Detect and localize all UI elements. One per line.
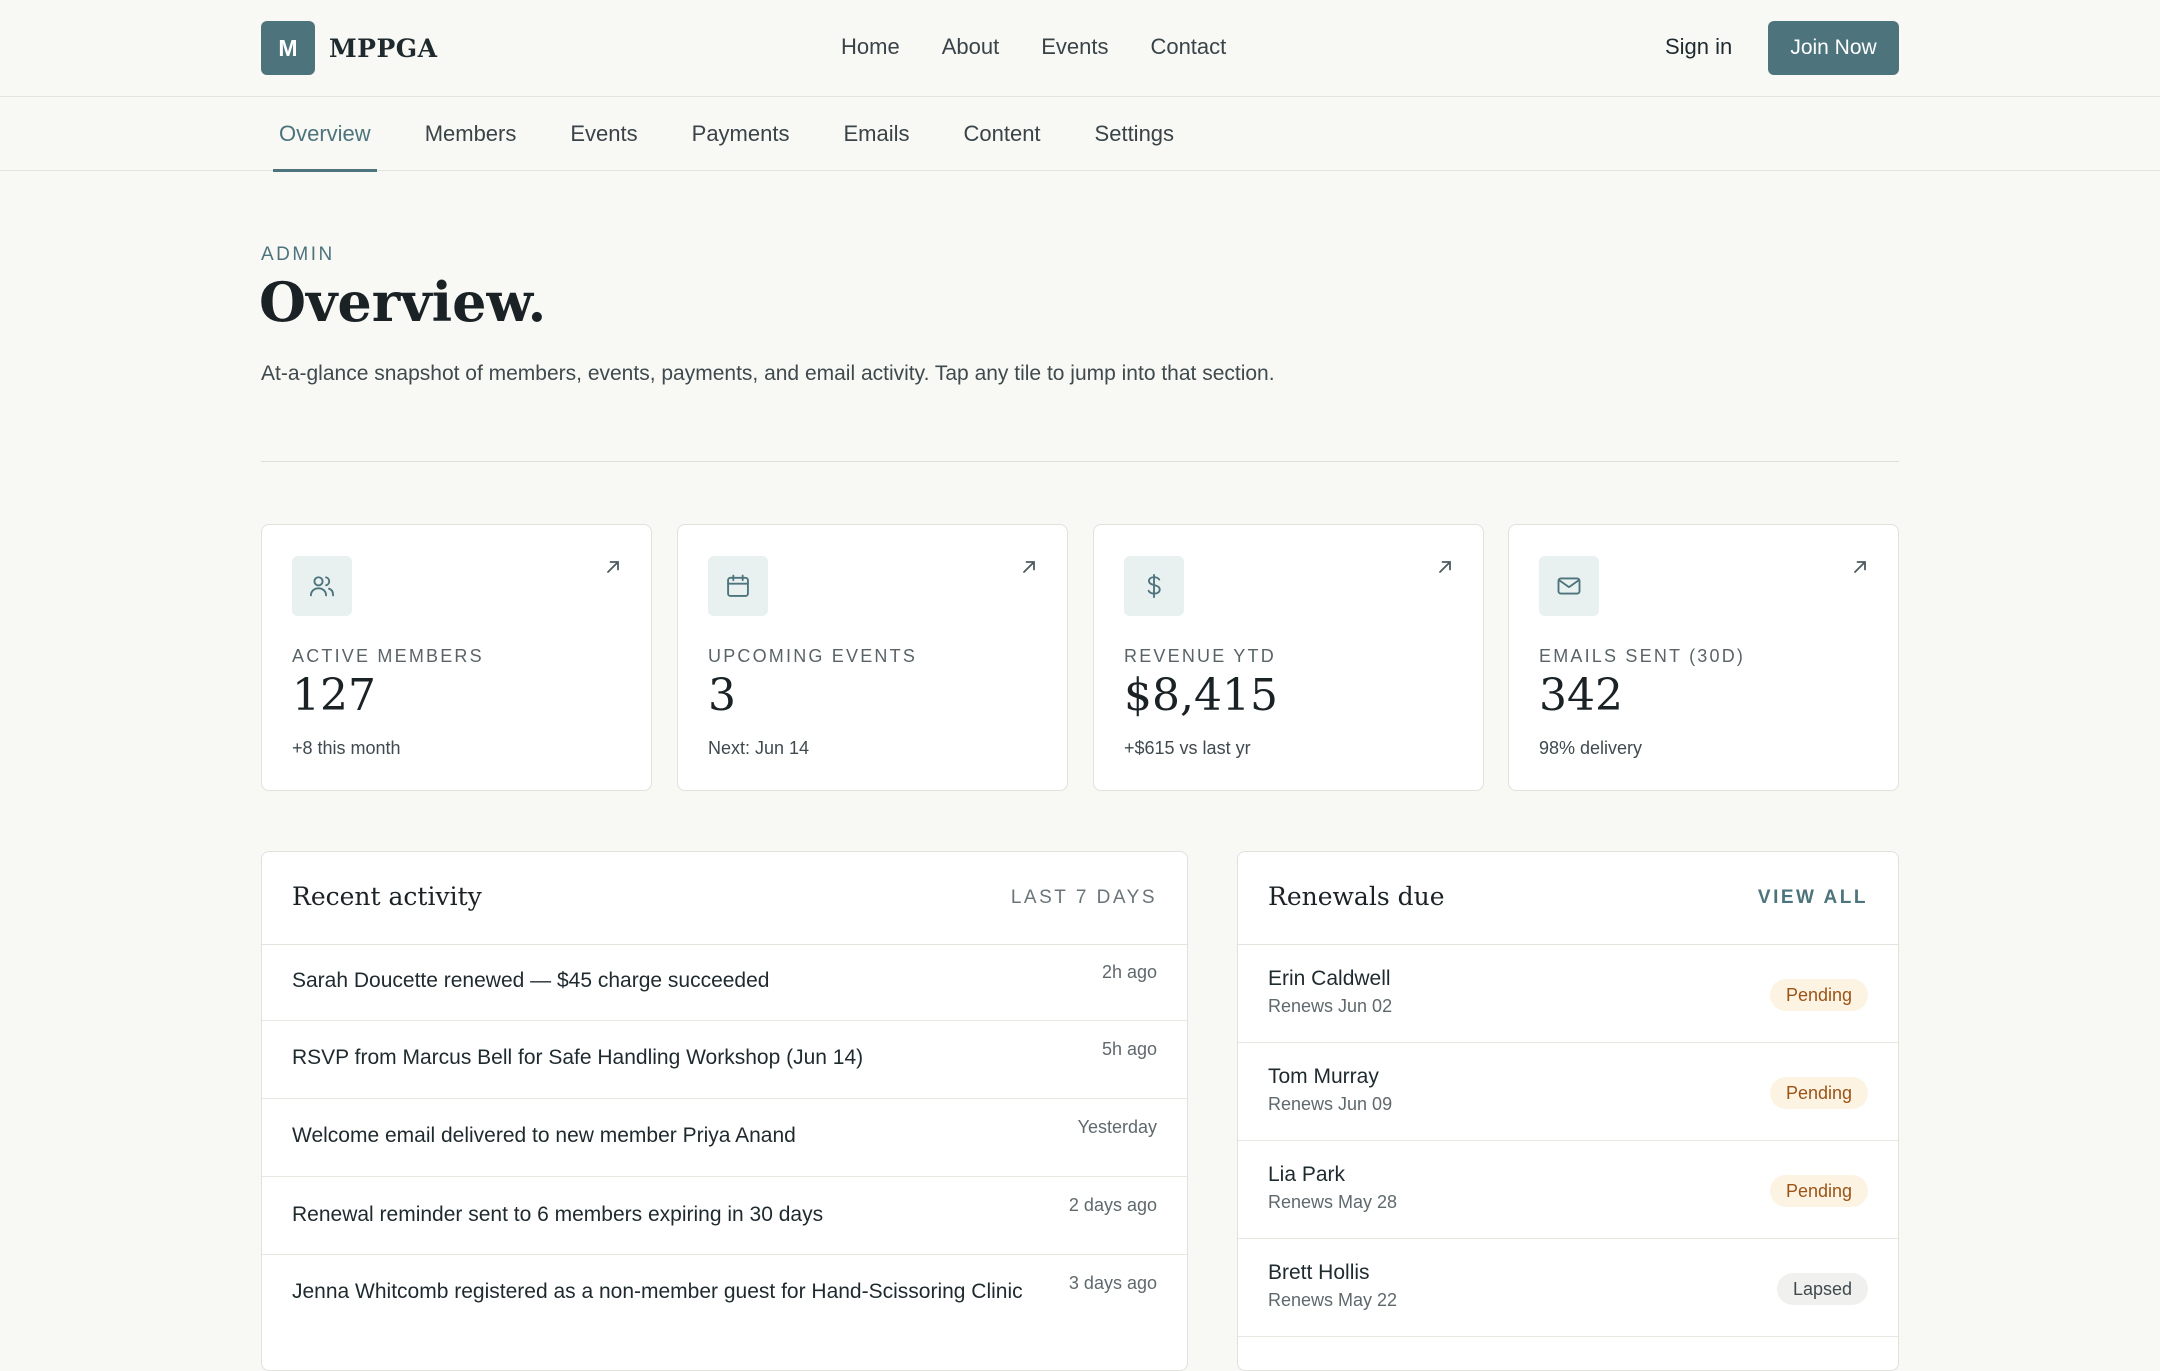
renewal-date: Renews May 22 bbox=[1268, 1290, 1398, 1310]
sign-in-link[interactable]: Sign in bbox=[1665, 34, 1732, 60]
renewals-panel: Renewals due VIEW ALL Erin Caldwell Rene… bbox=[1237, 851, 1899, 1371]
arrow-up-right-icon[interactable] bbox=[1021, 559, 1037, 575]
stat-label: ACTIVE MEMBERS bbox=[292, 646, 484, 666]
member-name: Erin Caldwell bbox=[1268, 967, 1391, 990]
tab-payments[interactable]: Payments bbox=[692, 97, 790, 171]
renewal-row[interactable]: Tom Murray Renews Jun 09 Pending bbox=[1238, 1043, 1898, 1141]
arrow-up-right-icon[interactable] bbox=[1437, 559, 1453, 575]
stat-note: 98% delivery bbox=[1539, 738, 1643, 758]
tab-overview[interactable]: Overview bbox=[273, 97, 377, 172]
renewal-row[interactable]: Lia Park Renews May 28 Pending bbox=[1238, 1141, 1898, 1239]
brand-name[interactable]: MPPGA bbox=[329, 34, 438, 63]
stat-note: +8 this month bbox=[292, 738, 401, 758]
activity-time: 3 days ago bbox=[1068, 1273, 1157, 1293]
activity-text: Welcome email delivered to new member Pr… bbox=[292, 1124, 796, 1147]
divider bbox=[261, 461, 1899, 462]
activity-item[interactable]: Renewal reminder sent to 6 members expir… bbox=[262, 1177, 1187, 1255]
panel-title: Recent activity bbox=[292, 882, 482, 911]
activity-item[interactable]: Sarah Doucette renewed — $45 charge succ… bbox=[262, 945, 1187, 1021]
arrow-up-right-icon[interactable] bbox=[1852, 559, 1868, 575]
renewal-row[interactable]: Brett Hollis Renews May 22 Lapsed bbox=[1238, 1239, 1898, 1337]
stat-tile-revenue-ytd[interactable]: REVENUE YTD $8,415 +$615 vs last yr bbox=[1093, 524, 1484, 791]
activity-time: 2h ago bbox=[1101, 962, 1157, 982]
stat-tile-emails-sent[interactable]: EMAILS SENT (30D) 342 98% delivery bbox=[1508, 524, 1899, 791]
status-badge: Lapsed bbox=[1776, 1273, 1868, 1305]
tab-settings[interactable]: Settings bbox=[1095, 97, 1175, 171]
stat-label: EMAILS SENT (30D) bbox=[1539, 646, 1746, 666]
stat-value: $8,415 bbox=[1124, 670, 1278, 721]
panel-header: Recent activity LAST 7 DAYS bbox=[262, 852, 1187, 945]
top-header: M MPPGA Home About Events Contact Sign i… bbox=[0, 0, 2160, 97]
renewal-date: Renews Jun 09 bbox=[1268, 1094, 1393, 1114]
activity-item[interactable]: Jenna Whitcomb registered as a non-membe… bbox=[262, 1255, 1187, 1365]
member-name: Lia Park bbox=[1268, 1163, 1346, 1186]
renewal-date: Renews May 28 bbox=[1268, 1192, 1398, 1212]
member-name: Brett Hollis bbox=[1268, 1261, 1370, 1284]
stat-tile-upcoming-events[interactable]: UPCOMING EVENTS 3 Next: Jun 14 bbox=[677, 524, 1068, 791]
status-badge: Pending bbox=[1769, 979, 1868, 1011]
activity-item[interactable]: RSVP from Marcus Bell for Safe Handling … bbox=[262, 1021, 1187, 1099]
tab-emails[interactable]: Emails bbox=[843, 97, 909, 171]
status-badge: Pending bbox=[1769, 1175, 1868, 1207]
activity-time: 5h ago bbox=[1101, 1039, 1157, 1059]
users-icon bbox=[292, 556, 352, 616]
stat-note: Next: Jun 14 bbox=[708, 738, 810, 758]
tab-events[interactable]: Events bbox=[570, 97, 637, 171]
stat-label: UPCOMING EVENTS bbox=[708, 646, 918, 666]
stat-note: +$615 vs last yr bbox=[1124, 738, 1251, 758]
stat-label: REVENUE YTD bbox=[1124, 646, 1276, 666]
renewal-date: Renews Jun 02 bbox=[1268, 996, 1393, 1016]
status-badge: Pending bbox=[1769, 1077, 1868, 1109]
nav-home[interactable]: Home bbox=[841, 34, 900, 60]
activity-text: Sarah Doucette renewed — $45 charge succ… bbox=[292, 969, 770, 992]
nav-contact[interactable]: Contact bbox=[1150, 34, 1226, 60]
member-name: Tom Murray bbox=[1268, 1065, 1379, 1088]
page-eyebrow: ADMIN bbox=[261, 244, 335, 265]
activity-item[interactable]: Welcome email delivered to new member Pr… bbox=[262, 1099, 1187, 1177]
tab-members[interactable]: Members bbox=[425, 97, 517, 171]
tab-content[interactable]: Content bbox=[963, 97, 1040, 171]
panel-header: Renewals due VIEW ALL bbox=[1238, 852, 1898, 945]
activity-text: Renewal reminder sent to 6 members expir… bbox=[292, 1203, 824, 1226]
activity-time: Yesterday bbox=[1077, 1117, 1157, 1137]
stat-value: 127 bbox=[292, 670, 376, 721]
stat-tile-active-members[interactable]: ACTIVE MEMBERS 127 +8 this month bbox=[261, 524, 652, 791]
main-nav: Home About Events Contact bbox=[841, 34, 1268, 60]
page-description: At-a-glance snapshot of members, events,… bbox=[261, 362, 1275, 385]
nav-about[interactable]: About bbox=[942, 34, 1000, 60]
stat-value: 3 bbox=[708, 670, 736, 721]
page-title: Overview. bbox=[259, 270, 547, 334]
date-range-label: LAST 7 DAYS bbox=[1010, 887, 1157, 908]
dollar-icon bbox=[1124, 556, 1184, 616]
mail-icon bbox=[1539, 556, 1599, 616]
calendar-icon bbox=[708, 556, 768, 616]
activity-time: 2 days ago bbox=[1068, 1195, 1157, 1215]
activity-text: Jenna Whitcomb registered as a non-membe… bbox=[292, 1280, 1023, 1303]
join-now-button[interactable]: Join Now bbox=[1768, 21, 1899, 75]
renewal-row[interactable]: Erin Caldwell Renews Jun 02 Pending bbox=[1238, 945, 1898, 1043]
view-all-link[interactable]: VIEW ALL bbox=[1758, 887, 1868, 909]
admin-tabs: Overview Members Events Payments Emails … bbox=[0, 97, 2160, 172]
brand[interactable]: M MPPGA bbox=[261, 21, 438, 75]
nav-events[interactable]: Events bbox=[1041, 34, 1108, 60]
activity-text: RSVP from Marcus Bell for Safe Handling … bbox=[292, 1046, 864, 1069]
stat-value: 342 bbox=[1539, 670, 1623, 721]
recent-activity-panel: Recent activity LAST 7 DAYS Sarah Doucet… bbox=[261, 851, 1188, 1371]
brand-logo[interactable]: M bbox=[261, 21, 315, 75]
arrow-up-right-icon[interactable] bbox=[605, 559, 621, 575]
panel-title: Renewals due bbox=[1268, 882, 1445, 911]
